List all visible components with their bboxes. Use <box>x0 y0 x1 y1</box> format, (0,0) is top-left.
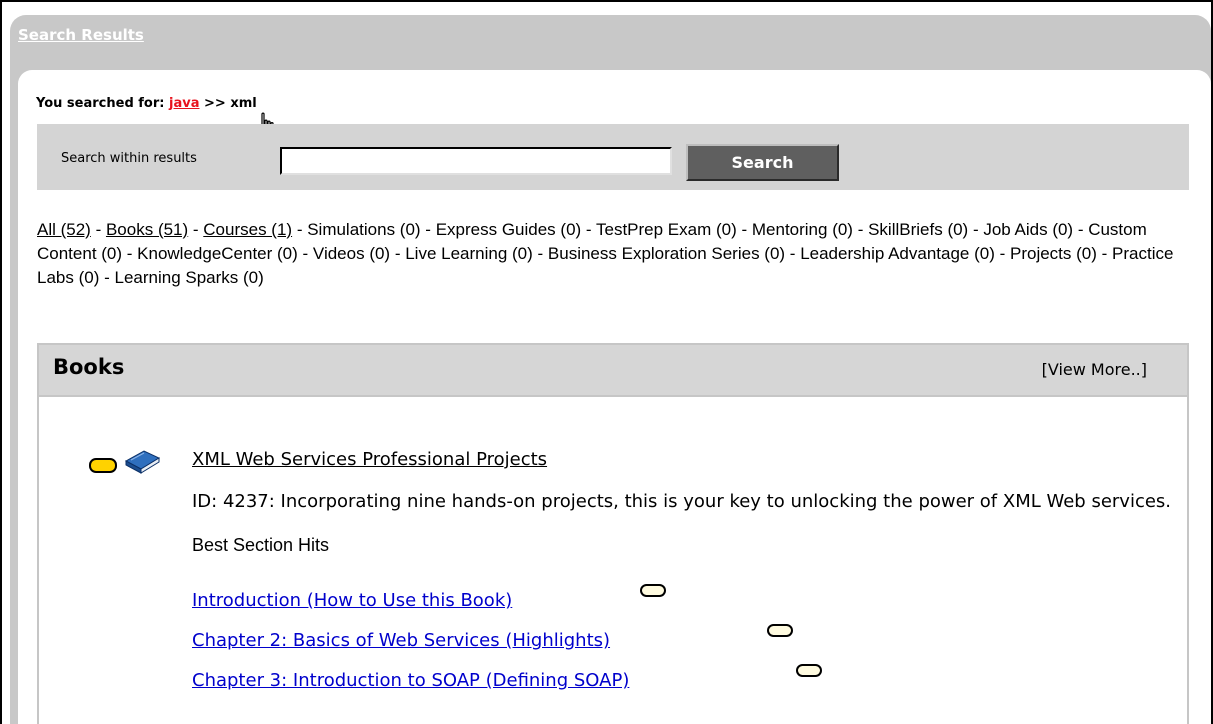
filter-separator: - <box>532 244 548 263</box>
search-query-line: You searched for: java >> xml <box>36 96 257 111</box>
filter-projects: Projects (0) <box>1010 244 1097 263</box>
books-heading: Books <box>53 355 125 379</box>
section-link-introduction[interactable]: Introduction (How to Use this Book) <box>192 590 512 611</box>
filter-knowledgecenter: KnowledgeCenter (0) <box>137 244 298 263</box>
filter-separator: - <box>99 268 115 287</box>
filter-separator: - <box>122 244 138 263</box>
best-section-hits-label: Best Section Hits <box>192 535 330 555</box>
filter-separator: - <box>1096 244 1113 263</box>
filter-separator: - <box>852 220 869 239</box>
filter-testprep-exam: TestPrep Exam (0) <box>596 220 737 239</box>
filter-separator: - <box>736 220 752 239</box>
filter-separator: - <box>297 244 313 263</box>
filter-separator: - <box>581 220 596 239</box>
search-button[interactable]: Search <box>686 144 839 181</box>
view-more-link[interactable]: [View More..] <box>1042 360 1147 379</box>
search-refinement: >> xml <box>199 96 257 111</box>
relevance-indicator-icon <box>89 458 117 473</box>
relevance-indicator-icon <box>796 664 822 677</box>
filter-job-aids: Job Aids (0) <box>983 220 1074 239</box>
filter-separator: - <box>90 220 106 239</box>
filter-separator: - <box>188 220 204 239</box>
content-type-filters: All (52) - Books (51) - Courses (1) - Si… <box>37 218 1187 290</box>
book-icon <box>122 447 162 481</box>
book-title-link[interactable]: XML Web Services Professional Projects <box>192 449 547 470</box>
filter-separator: - <box>1073 220 1089 239</box>
filter-learning-sparks: Learning Sparks (0) <box>114 268 264 287</box>
filter-separator: - <box>390 244 406 263</box>
filter-separator: - <box>292 220 308 239</box>
search-term-link[interactable]: java <box>169 96 199 111</box>
filter-separator: - <box>968 220 984 239</box>
search-results-title[interactable]: Search Results <box>18 26 144 44</box>
relevance-indicator-icon <box>767 624 793 637</box>
search-within-label: Search within results <box>61 151 197 166</box>
books-header: Books [View More..] <box>39 345 1187 397</box>
filter-videos: Videos (0) <box>312 244 391 263</box>
filter-leadership-advantage: Leadership Advantage (0) <box>800 244 995 263</box>
section-link-chapter-2[interactable]: Chapter 2: Basics of Web Services (Highl… <box>192 630 610 651</box>
filter-all[interactable]: All (52) <box>37 220 91 239</box>
filter-separator: - <box>420 220 436 239</box>
filter-simulations: Simulations (0) <box>307 220 421 239</box>
filter-express-guides: Express Guides (0) <box>435 220 582 239</box>
filter-courses[interactable]: Courses (1) <box>203 220 292 239</box>
books-section: Books [View More..] <box>37 343 1189 724</box>
section-link-chapter-3[interactable]: Chapter 3: Introduction to SOAP (Definin… <box>192 670 629 691</box>
relevance-indicator-icon <box>640 584 666 597</box>
book-description: ID: 4237: Incorporating nine hands-on pr… <box>192 491 1172 512</box>
filter-mentoring: Mentoring (0) <box>751 220 853 239</box>
filter-separator: - <box>785 244 801 263</box>
you-searched-label: You searched for: <box>36 96 170 111</box>
filter-live-learning: Live Learning (0) <box>405 244 533 263</box>
filter-books[interactable]: Books (51) <box>106 220 188 239</box>
search-within-input[interactable] <box>280 147 672 175</box>
filter-separator: - <box>994 244 1010 263</box>
filter-business-exploration-series: Business Exploration Series (0) <box>547 244 786 263</box>
filter-skillbriefs: SkillBriefs (0) <box>868 220 969 239</box>
